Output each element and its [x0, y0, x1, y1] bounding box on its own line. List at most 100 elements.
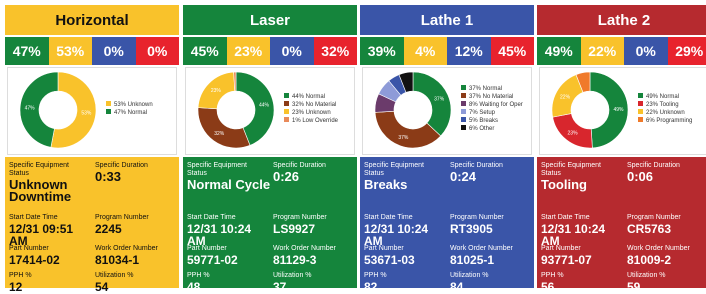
equipment-status-label: Specific Equipment Status — [364, 162, 442, 178]
legend-entry: 22% Unknown — [646, 110, 685, 116]
machine-panel: Horizontal47%53%0%0%53%47%53% Unknown47%… — [5, 5, 179, 286]
part-number-value: 59771-02 — [187, 254, 271, 266]
program-number-value: RT3905 — [450, 223, 534, 235]
part-number-label: Part Number — [9, 245, 79, 253]
legend-swatch — [461, 125, 466, 130]
percent-strip: 49%22%0%29% — [537, 37, 706, 65]
equipment-details: Specific Equipment StatusUnknown Downtim… — [5, 157, 179, 288]
percent-strip: 45%23%0%32% — [183, 37, 357, 65]
equipment-status-label: Specific Equipment Status — [9, 162, 87, 178]
donut-svg: 44%32%23%44% Normal32% No Material23% Un… — [186, 68, 354, 152]
donut-slice — [198, 108, 250, 148]
equipment-status-label: Specific Equipment Status — [187, 162, 265, 178]
panel-title: Horizontal — [5, 5, 179, 35]
pph-label: PPH % — [541, 272, 611, 280]
percent-cell: 0% — [624, 37, 668, 65]
percent-cell: 39% — [360, 37, 404, 65]
legend-entry: 6% Programming — [646, 118, 692, 124]
percent-cell: 0% — [136, 37, 180, 65]
part-number-value: 53671-03 — [364, 254, 448, 266]
legend-entry: 32% No Material — [292, 102, 336, 108]
legend-entry: 6% Other — [469, 126, 494, 132]
donut-legend: 37% Normal 37% No Material 8% Waiting for … — [461, 85, 523, 132]
equipment-status-label: Specific Equipment Status — [541, 162, 619, 178]
state-donut-chart: 53% 47% 53% Unknown 47% Normal — [7, 67, 177, 155]
legend-swatch — [461, 85, 466, 90]
equipment-status-value: Tooling — [541, 179, 627, 191]
donut-slice-label: 53% — [81, 111, 92, 117]
work-order-number-value: 81009-2 — [627, 254, 706, 266]
legend-entry: 53% Unknown — [114, 102, 153, 108]
legend-entry: 47% Normal — [114, 110, 147, 116]
program-number-value: CR5763 — [627, 223, 706, 235]
work-order-number-value: 81025-1 — [450, 254, 534, 266]
legend-swatch — [638, 109, 643, 114]
percent-strip: 39%4%12%45% — [360, 37, 534, 65]
equipment-status-value: Unknown Downtime — [9, 179, 95, 203]
percent-cell: 0% — [92, 37, 136, 65]
legend-swatch — [638, 93, 643, 98]
legend-swatch — [284, 101, 289, 106]
legend-swatch — [106, 109, 111, 114]
donut-slice-label: 23% — [211, 88, 222, 94]
donut-slice-label: 44% — [259, 103, 270, 109]
utilization-label: Utilization % — [95, 272, 165, 280]
part-number-value: 17414-02 — [9, 254, 93, 266]
pph-value: 82 — [364, 281, 448, 293]
pph-label: PPH % — [9, 272, 79, 280]
legend-entry: 37% Normal — [469, 86, 502, 92]
program-number-value: LS9927 — [273, 223, 357, 235]
pph-value: 48 — [187, 281, 271, 293]
percent-cell: 32% — [314, 37, 358, 65]
panel-title: Lathe 2 — [537, 5, 706, 35]
equipment-status-value: Breaks — [364, 179, 450, 191]
utilization-label: Utilization % — [450, 272, 520, 280]
percent-cell: 53% — [49, 37, 93, 65]
donut-slice-label: 47% — [25, 105, 36, 111]
percent-cell: 45% — [491, 37, 535, 65]
legend-swatch — [284, 109, 289, 114]
donut-slice-label: 22% — [560, 94, 571, 100]
legend-entry: 5% Breaks — [469, 118, 498, 124]
donut-svg: 37%37%37% Normal37% No Material8% Waitin… — [363, 68, 531, 152]
percent-strip: 47%53%0%0% — [5, 37, 179, 65]
legend-swatch — [461, 109, 466, 114]
legend-entry: 7% Setup — [469, 110, 496, 116]
donut-svg: 53% 47% 53% Unknown 47% Normal — [8, 68, 176, 152]
legend-swatch — [284, 93, 289, 98]
equipment-dashboard: Horizontal47%53%0%0%53%47%53% Unknown47%… — [0, 0, 706, 286]
work-order-number-value: 81129-3 — [273, 254, 357, 266]
percent-cell: 29% — [668, 37, 706, 65]
duration-value: 0:33 — [95, 171, 179, 183]
panel-title: Laser — [183, 5, 357, 35]
legend-entry: 1% Low Override — [292, 118, 339, 124]
percent-cell: 12% — [447, 37, 491, 65]
part-number-label: Part Number — [364, 245, 434, 253]
utilization-value: 37 — [273, 281, 357, 293]
legend-swatch — [284, 117, 289, 122]
start-datetime-value: 12/31 09:51 AM — [9, 223, 93, 247]
utilization-label: Utilization % — [273, 272, 343, 280]
legend-swatch — [461, 101, 466, 106]
duration-value: 0:24 — [450, 171, 534, 183]
program-number-label: Program Number — [450, 214, 520, 222]
state-donut-chart: 49%23%22%49% Normal23% Tooling22% Unknow… — [539, 67, 706, 155]
donut-legend: 53% Unknown 47% Normal — [106, 101, 153, 116]
legend-entry: 23% Unknown — [292, 110, 331, 116]
machine-panel: Laser45%23%0%32%44%32%23%44% Normal32% N… — [183, 5, 357, 286]
equipment-details: Specific Equipment StatusToolingSpecific… — [537, 157, 706, 288]
machine-panel: Lathe 139%4%12%45%37%37%37% Normal37% No… — [360, 5, 534, 286]
panel-title: Lathe 1 — [360, 5, 534, 35]
work-order-number-label: Work Order Number — [627, 245, 697, 253]
part-number-label: Part Number — [541, 245, 611, 253]
donut-legend: 49% Normal23% Tooling22% Unknown6% Progr… — [638, 93, 692, 124]
legend-entry: 8% Waiting for Oper — [469, 102, 523, 108]
pph-value: 56 — [541, 281, 625, 293]
part-number-label: Part Number — [187, 245, 257, 253]
start-datetime-value: 12/31 10:24 AM — [364, 223, 448, 247]
start-datetime-label: Start Date Time — [364, 214, 434, 222]
legend-swatch — [106, 101, 111, 106]
legend-entry: 37% No Material — [469, 94, 513, 100]
percent-cell: 4% — [404, 37, 448, 65]
utilization-value: 59 — [627, 281, 706, 293]
